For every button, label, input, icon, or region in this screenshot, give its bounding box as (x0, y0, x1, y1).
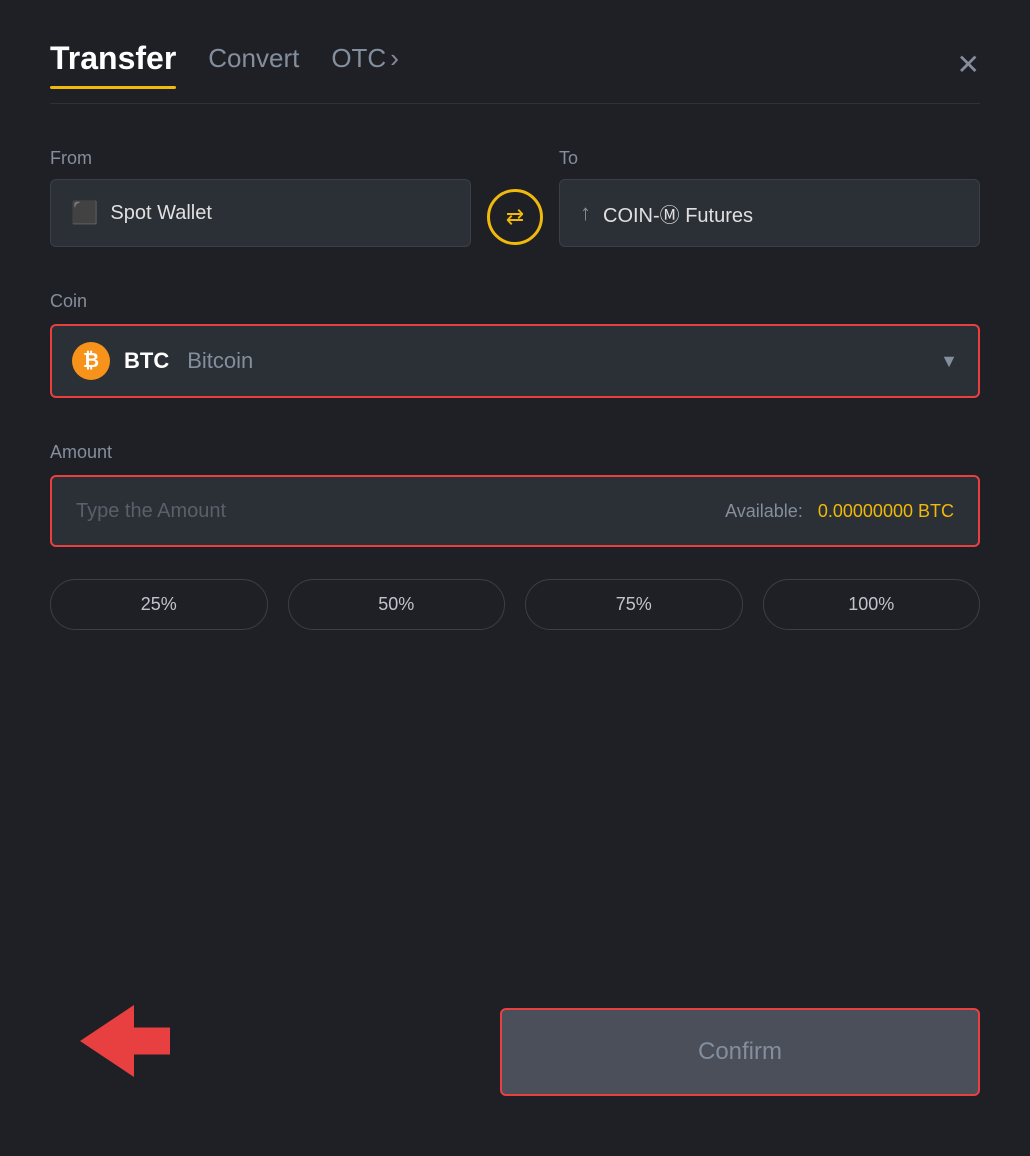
available-amount: 0.00000000 BTC (818, 501, 954, 521)
percent-row: 25% 50% 75% 100% (50, 579, 980, 630)
btc-icon: ₿ (72, 342, 110, 380)
bottom-section: Confirm (50, 1008, 980, 1096)
from-wallet-name: Spot Wallet (110, 202, 212, 225)
swap-button[interactable]: ⇄ (487, 189, 543, 245)
amount-input-wrapper[interactable]: Type the Amount Available: 0.00000000 BT… (50, 475, 980, 547)
header-divider (50, 103, 980, 104)
to-field-group: To ↑ COIN-Ⓜ Futures (559, 148, 980, 247)
percent-50-button[interactable]: 50% (288, 579, 506, 630)
chevron-down-icon: ▼ (940, 351, 958, 372)
futures-icon: ↑ (580, 200, 591, 226)
percent-100-button[interactable]: 100% (763, 579, 981, 630)
tab-convert[interactable]: Convert (208, 43, 299, 86)
from-wallet-selector[interactable]: ⬛ Spot Wallet (50, 179, 471, 247)
confirm-button[interactable]: Confirm (500, 1008, 980, 1096)
tab-transfer[interactable]: Transfer (50, 40, 176, 89)
to-wallet-selector[interactable]: ↑ COIN-Ⓜ Futures (559, 179, 980, 247)
tab-otc[interactable]: OTC › (331, 43, 399, 86)
percent-75-button[interactable]: 75% (525, 579, 743, 630)
amount-section: Amount Type the Amount Available: 0.0000… (50, 442, 980, 579)
amount-placeholder: Type the Amount (76, 500, 226, 523)
arrow-indicator (80, 1001, 170, 1086)
from-field-group: From ⬛ Spot Wallet (50, 148, 471, 247)
percent-25-button[interactable]: 25% (50, 579, 268, 630)
coin-section: Coin ₿ BTC Bitcoin ▼ (50, 291, 980, 442)
arrow-svg (80, 1001, 170, 1081)
from-to-section: From ⬛ Spot Wallet ⇄ To ↑ COIN-Ⓜ Futures (50, 148, 980, 247)
modal-header: Transfer Convert OTC › ✕ (50, 40, 980, 89)
coin-ticker: BTC (124, 348, 169, 374)
swap-button-wrapper: ⇄ (487, 189, 543, 245)
available-label: Available: (725, 501, 803, 521)
coin-full-name: Bitcoin (187, 348, 253, 374)
to-wallet-name: COIN-Ⓜ Futures (603, 199, 753, 228)
coin-selector[interactable]: ₿ BTC Bitcoin ▼ (50, 324, 980, 398)
wallet-card-icon: ⬛ (71, 200, 98, 226)
coin-label: Coin (50, 291, 980, 312)
amount-label: Amount (50, 442, 980, 463)
transfer-modal: Transfer Convert OTC › ✕ From ⬛ Spot Wal… (0, 0, 1030, 1156)
amount-available: Available: 0.00000000 BTC (725, 501, 954, 522)
swap-icon: ⇄ (506, 204, 524, 230)
to-label: To (559, 148, 980, 169)
close-button[interactable]: ✕ (957, 51, 980, 79)
from-label: From (50, 148, 471, 169)
